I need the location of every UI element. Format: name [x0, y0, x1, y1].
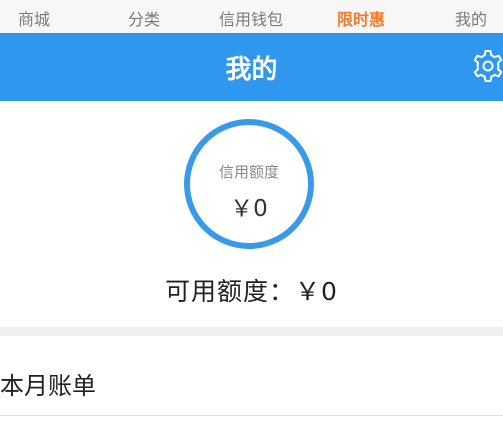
- top-nav: 商城 分类 信用钱包 限时惠 我的: [0, 0, 503, 33]
- page-header: 我的: [0, 33, 503, 101]
- settings-button[interactable]: [470, 48, 503, 84]
- tab-credit-wallet[interactable]: 信用钱包: [219, 6, 283, 30]
- row-divider: [0, 415, 503, 416]
- page-title: 我的: [225, 55, 278, 85]
- credit-limit-value: ￥0: [230, 196, 268, 222]
- monthly-bill-row[interactable]: 本月账单: [0, 336, 503, 416]
- section-separator: [0, 327, 503, 336]
- tab-mine[interactable]: 我的: [455, 6, 487, 30]
- monthly-bill-label: 本月账单: [0, 372, 96, 400]
- tab-category[interactable]: 分类: [128, 6, 160, 30]
- available-credit: 可用额度：￥0: [165, 277, 338, 306]
- credit-limit-circle: 信用额度 ￥0: [184, 119, 314, 249]
- tab-mall[interactable]: 商城: [18, 6, 50, 30]
- credit-limit-label: 信用额度: [218, 163, 279, 181]
- gear-icon: [473, 50, 503, 82]
- tab-limited-offer[interactable]: 限时惠: [337, 6, 385, 30]
